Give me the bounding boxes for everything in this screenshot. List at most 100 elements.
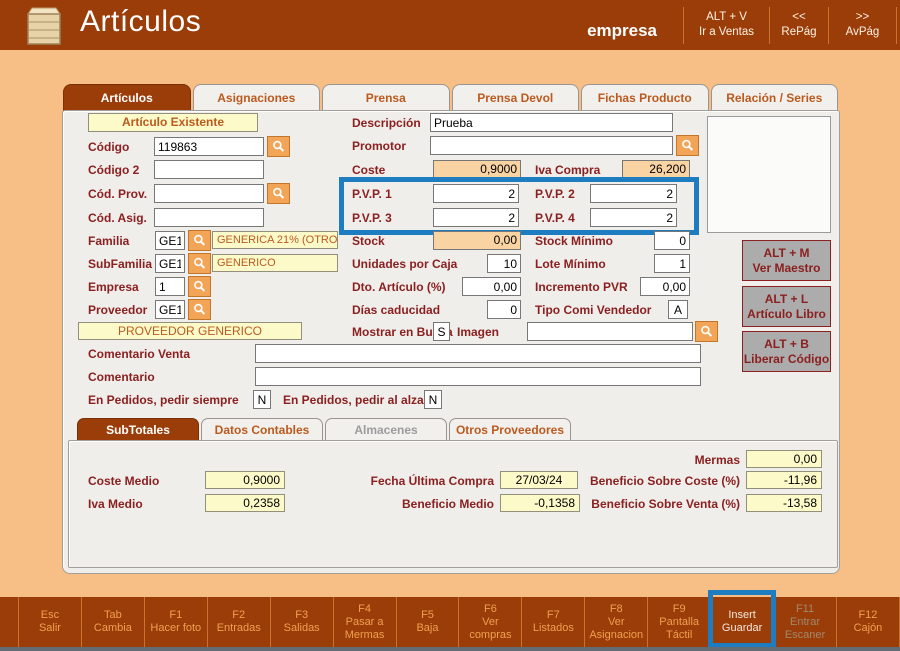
- comentario-venta-input[interactable]: [255, 344, 701, 363]
- comentario-input[interactable]: [255, 367, 701, 386]
- fkey-key: F9: [673, 603, 686, 616]
- descripcion-label: Descripción: [352, 116, 421, 130]
- pvp3-input[interactable]: [433, 208, 519, 227]
- cod-prov-search-button[interactable]: [267, 183, 290, 204]
- fkey-f9-pantalla-tactil[interactable]: F9Pantalla Táctil: [647, 597, 710, 647]
- tab-prensa-devol[interactable]: Prensa Devol: [452, 84, 580, 111]
- button-key: ALT + M: [763, 246, 809, 261]
- tab-almacenes[interactable]: Almacenes: [325, 418, 447, 441]
- ver-maestro-button[interactable]: ALT + M Ver Maestro: [742, 240, 831, 281]
- tab-datos-contables[interactable]: Datos Contables: [201, 418, 323, 441]
- fkey-key: F3: [295, 609, 308, 622]
- fkey-f6-ver-compras[interactable]: F6Ver compras: [458, 597, 521, 647]
- dto-articulo-input[interactable]: [462, 277, 521, 296]
- cod-asig-input[interactable]: [154, 208, 264, 227]
- nav-avpag[interactable]: >> AvPág: [829, 10, 896, 40]
- tab-relacion-series[interactable]: Relación / Series: [711, 84, 839, 111]
- imagen-input[interactable]: [527, 322, 693, 341]
- codigo-search-button[interactable]: [267, 136, 290, 157]
- fkey-key: F12: [858, 609, 877, 622]
- nav-ir-a-ventas[interactable]: ALT + V Ir a Ventas: [684, 10, 769, 40]
- fkey-key: F11: [796, 603, 814, 616]
- fkey-key: F7: [547, 609, 560, 622]
- pvp4-input[interactable]: [590, 208, 677, 227]
- codigo2-input[interactable]: [154, 160, 264, 179]
- fkey-f3-salidas[interactable]: F3Salidas: [270, 597, 333, 647]
- window-bottom-edge: [0, 647, 900, 651]
- empresa-input[interactable]: [155, 277, 185, 296]
- familia-input[interactable]: [155, 231, 185, 250]
- pvp1-label: P.V.P. 1: [352, 187, 392, 201]
- tab-subtotales[interactable]: SubTotales: [77, 418, 199, 441]
- tab-fichas-producto[interactable]: Fichas Producto: [581, 84, 709, 111]
- subfamilia-input[interactable]: [155, 254, 185, 273]
- comentario-venta-label: Comentario Venta: [88, 347, 190, 361]
- fkey-esc-salir[interactable]: EscSalir: [18, 597, 81, 647]
- proveedor-search-button[interactable]: [188, 299, 211, 320]
- subfamilia-search-button[interactable]: [188, 253, 211, 274]
- empresa-search-button[interactable]: [188, 276, 211, 297]
- pedir-siempre-label: En Pedidos, pedir siempre: [88, 393, 239, 407]
- tab-asignaciones[interactable]: Asignaciones: [193, 84, 321, 111]
- incremento-pvr-input[interactable]: [640, 277, 690, 296]
- stock-label: Stock: [352, 234, 385, 248]
- promotor-search-button[interactable]: [676, 135, 699, 156]
- fkey-f12-cajon[interactable]: F12Cajón: [836, 597, 900, 647]
- fkey-action: Baja: [416, 622, 438, 635]
- beneficio-sobre-venta-label: Beneficio Sobre Venta (%): [591, 497, 740, 511]
- fkey-f1-hacer-foto[interactable]: F1Hacer foto: [144, 597, 207, 647]
- status-badge: Artículo Existente: [88, 113, 258, 132]
- codigo-input[interactable]: [154, 137, 264, 156]
- search-icon: [192, 233, 207, 248]
- stock-minimo-input[interactable]: [654, 231, 690, 250]
- promotor-label: Promotor: [352, 139, 406, 153]
- empresa-label: Empresa: [88, 280, 139, 294]
- function-key-bar: EscSalir TabCambia F1Hacer foto F2Entrad…: [0, 597, 900, 647]
- fkey-insert-guardar[interactable]: InsertGuardar: [710, 597, 773, 647]
- liberar-codigo-button[interactable]: ALT + B Liberar Código: [742, 331, 831, 372]
- mermas-value: 0,00: [746, 450, 822, 468]
- tipo-comi-label: Tipo Comi Vendedor: [535, 303, 651, 317]
- articulo-libro-button[interactable]: ALT + L Artículo Libro: [742, 286, 831, 327]
- dias-caducidad-input[interactable]: [487, 300, 521, 319]
- page-title: Artículos: [80, 5, 201, 39]
- fkey-f5-baja[interactable]: F5Baja: [396, 597, 459, 647]
- tab-otros-proveedores[interactable]: Otros Proveedores: [449, 418, 571, 441]
- fkey-f2-entradas[interactable]: F2Entradas: [207, 597, 270, 647]
- pvp4-label: P.V.P. 4: [535, 211, 575, 225]
- imagen-search-button[interactable]: [695, 321, 718, 342]
- cod-prov-input[interactable]: [154, 184, 264, 203]
- fkey-key: F1: [169, 609, 182, 622]
- promotor-input[interactable]: [430, 136, 673, 155]
- nav-key: >>: [829, 10, 896, 25]
- beneficio-sobre-venta-value: -13,58: [746, 494, 822, 512]
- lote-minimo-input[interactable]: [654, 254, 690, 273]
- subfamilia-desc: GENERICO: [212, 254, 338, 272]
- search-icon: [192, 279, 207, 294]
- search-icon: [271, 186, 286, 201]
- fkey-key: Insert: [728, 609, 756, 622]
- tab-articulos[interactable]: Artículos: [63, 84, 191, 111]
- pvp2-input[interactable]: [590, 184, 677, 203]
- crate-icon: [20, 6, 68, 46]
- fkey-f8-ver-asignacion[interactable]: F8Ver Asignacion: [584, 597, 647, 647]
- mostrar-busca-input[interactable]: [433, 322, 450, 341]
- pedir-siempre-input[interactable]: [253, 390, 271, 409]
- company-label: empresa: [575, 21, 657, 41]
- nav-repag[interactable]: << RePág: [770, 10, 828, 40]
- unidades-caja-label: Unidades por Caja: [352, 257, 457, 271]
- fkey-f4-pasar-a-mermas[interactable]: F4Pasar a Mermas: [333, 597, 396, 647]
- tab-prensa[interactable]: Prensa: [322, 84, 450, 111]
- familia-search-button[interactable]: [188, 230, 211, 251]
- unidades-caja-input[interactable]: [487, 254, 521, 273]
- button-label: Liberar Código: [744, 352, 829, 367]
- fkey-f7-listados[interactable]: F7Listados: [521, 597, 584, 647]
- proveedor-input[interactable]: [155, 300, 185, 319]
- pedir-alza-input[interactable]: [424, 390, 442, 409]
- pvp3-label: P.V.P. 3: [352, 211, 392, 225]
- descripcion-input[interactable]: [430, 113, 673, 132]
- pvp1-input[interactable]: [433, 184, 519, 203]
- fkey-key: F5: [421, 609, 434, 622]
- tipo-comi-input[interactable]: [668, 300, 688, 319]
- fkey-tab-cambia[interactable]: TabCambia: [81, 597, 144, 647]
